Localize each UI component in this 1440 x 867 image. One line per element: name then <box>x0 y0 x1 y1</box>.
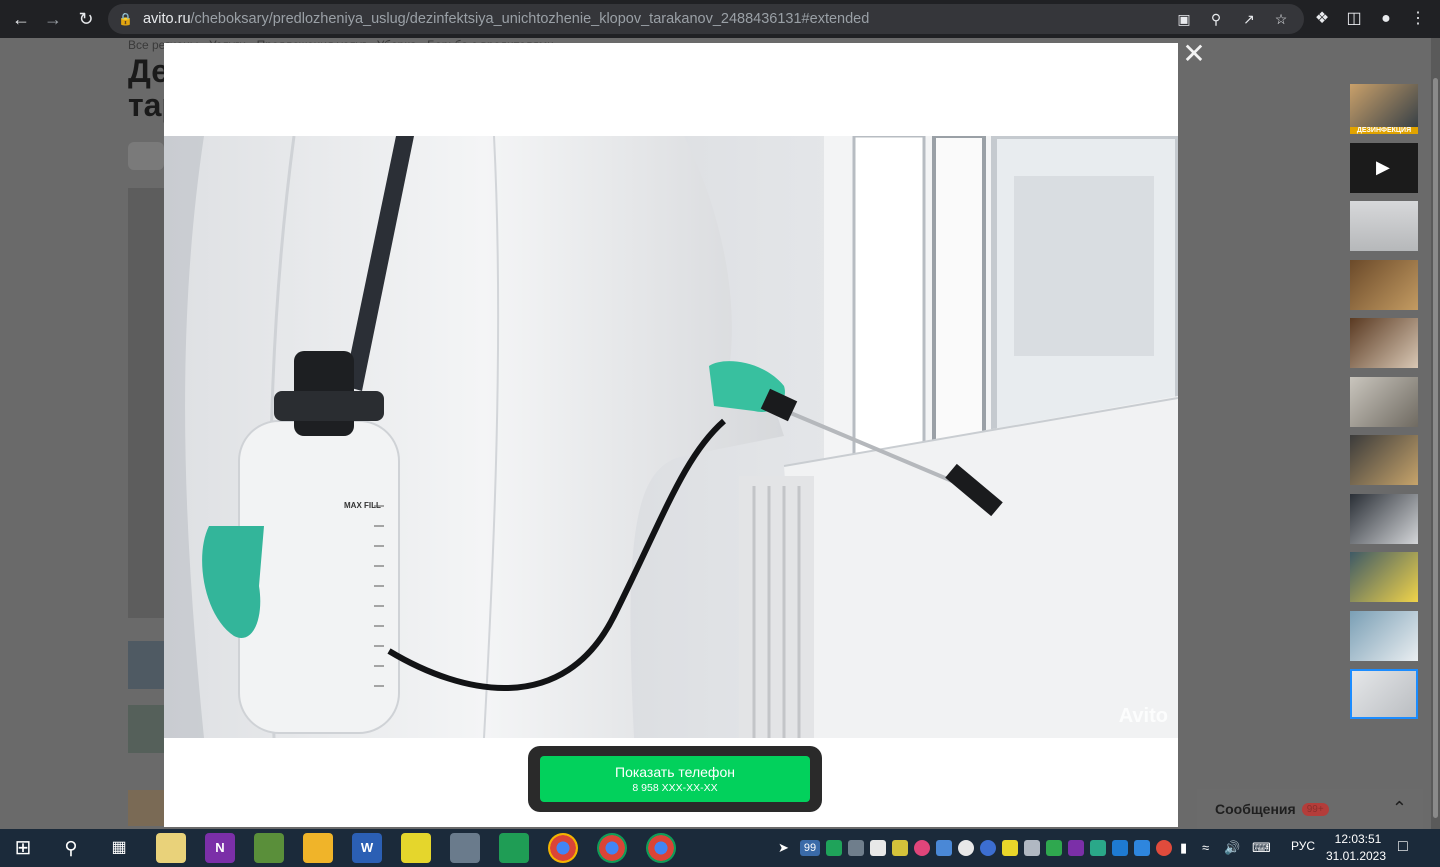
page-scrollbar[interactable] <box>1431 38 1440 829</box>
messages-label: Сообщения <box>1215 801 1296 817</box>
steam-tray-icon[interactable] <box>958 840 974 856</box>
windows-start-icon[interactable]: ⊞ <box>8 833 38 863</box>
masked-phone-number: 8 958 XXX-XX-XX <box>632 782 718 794</box>
scrollbar-thumb[interactable] <box>1433 78 1438 818</box>
task-view-icon[interactable]: ▦ <box>104 833 134 863</box>
seller-avatar <box>128 790 164 826</box>
profile-avatar-icon[interactable]: ● <box>1376 9 1396 29</box>
telegram-icon[interactable]: ➤ <box>778 840 794 856</box>
monitor-tray-icon[interactable] <box>848 840 864 856</box>
fx-tray-icon[interactable] <box>1112 840 1128 856</box>
battery-icon[interactable]: ▮ <box>1180 840 1196 856</box>
thumbnail[interactable]: ДЕЗИНФЕКЦИЯ <box>1350 84 1418 134</box>
security-tray-icon[interactable] <box>826 840 842 856</box>
search-icon[interactable]: ⚲ <box>56 833 86 863</box>
main-photo[interactable]: MAX FILL Avito <box>164 136 1178 738</box>
url-path: /cheboksary/predlozheniya_uslug/dezinfek… <box>190 11 870 27</box>
side-panel-icon[interactable]: ◫ <box>1344 9 1364 29</box>
bookmark-star-icon[interactable]: ☆ <box>1273 11 1289 27</box>
photo-lightbox: MAX FILL Avito Показать телефон 8 958 XX… <box>164 43 1178 827</box>
thumbnail[interactable] <box>1350 493 1418 544</box>
extensions-icon[interactable]: ❖ <box>1312 9 1332 29</box>
thumbnail[interactable] <box>1350 201 1418 251</box>
sticky-notes-icon[interactable] <box>401 833 431 863</box>
thumbnail[interactable] <box>1350 552 1418 602</box>
sheets-app-icon[interactable] <box>254 833 284 863</box>
avito-watermark: Avito <box>1118 705 1168 727</box>
cloud-tray-icon[interactable] <box>980 840 996 856</box>
onenote-app-icon[interactable]: N <box>205 833 235 863</box>
thumbnail[interactable] <box>1350 318 1418 368</box>
close-icon[interactable]: ✕ <box>1182 40 1206 68</box>
back-icon[interactable]: ← <box>5 3 37 35</box>
translate-icon[interactable]: ▣ <box>1176 11 1192 27</box>
wifi-icon[interactable]: ≈ <box>1202 840 1218 856</box>
input-language[interactable]: РУС <box>1291 839 1315 853</box>
chevron-up-icon[interactable]: ⌃ <box>1392 798 1407 819</box>
menu-kebab-icon[interactable]: ⋮ <box>1408 9 1428 29</box>
network-tray-icon[interactable] <box>1046 840 1062 856</box>
thumbnail-active[interactable] <box>1350 669 1418 719</box>
favorite-button <box>128 142 164 170</box>
show-phone-button[interactable]: Показать телефон 8 958 XXX-XX-XX <box>540 756 810 802</box>
clock-date[interactable]: 31.01.2023 <box>1325 849 1387 863</box>
page-thumbnail <box>128 641 164 689</box>
target-tray-icon[interactable] <box>914 840 930 856</box>
window-tray-icon[interactable] <box>1024 840 1040 856</box>
url-host: avito.ru <box>142 11 191 27</box>
onenote-tray-icon[interactable] <box>1068 840 1084 856</box>
browser-toolbar: ← → ↻ 🔒 avito.ru/cheboksary/predlozheniy… <box>0 0 1440 38</box>
file-explorer-icon[interactable] <box>303 833 333 863</box>
thumbnail-strip: ДЕЗИНФЕКЦИЯ ▶ <box>1350 84 1418 728</box>
share-icon[interactable]: ↗ <box>1241 11 1257 27</box>
page-thumbnail <box>128 705 164 753</box>
thumbnail[interactable] <box>1350 610 1418 661</box>
address-bar[interactable]: 🔒 avito.ru/cheboksary/predlozheniya_uslu… <box>108 4 1304 34</box>
notifications-icon[interactable]: □ <box>1398 838 1416 856</box>
thumbnail[interactable] <box>1350 435 1418 485</box>
video-thumbnail[interactable]: ▶ <box>1350 142 1418 193</box>
disinfection-photo: MAX FILL <box>164 136 1178 738</box>
notes-app-icon[interactable] <box>156 833 186 863</box>
notes-tray-icon[interactable] <box>892 840 908 856</box>
tool-tray-icon[interactable] <box>1090 840 1106 856</box>
messages-widget[interactable]: Сообщения 99+ ⌃ <box>1197 789 1423 829</box>
thumbnail-caption: ДЕЗИНФЕКЦИЯ <box>1350 127 1418 134</box>
thumbnail[interactable] <box>1350 376 1418 427</box>
chrome-profile-2-icon[interactable] <box>597 833 627 863</box>
screenshot-tray-icon[interactable] <box>936 840 952 856</box>
chrome-profile-1-icon[interactable] <box>548 833 578 863</box>
snipping-tool-icon[interactable] <box>450 833 480 863</box>
cloud-sync-tray-icon[interactable] <box>1134 840 1150 856</box>
reload-icon[interactable]: ↻ <box>70 3 102 35</box>
messages-count-badge: 99+ <box>1301 802 1329 816</box>
windows-taskbar: ⊞ ⚲ ▦ N W ➤ 99 ▮ ≈ 🔊 ⌨ РУС 12:03:51 31.0… <box>0 829 1440 867</box>
google-sheets-icon[interactable] <box>499 833 529 863</box>
clock-time[interactable]: 12:03:51 <box>1333 832 1383 846</box>
chrome-profile-3-icon[interactable] <box>646 833 676 863</box>
phone-button-frame: Показать телефон 8 958 XXX-XX-XX <box>528 746 822 812</box>
play-icon: ▶ <box>1376 156 1390 177</box>
thumbnail[interactable] <box>1350 259 1418 310</box>
zoom-icon[interactable]: ⚲ <box>1208 11 1224 27</box>
show-phone-label: Показать телефон <box>615 764 735 780</box>
forward-icon[interactable]: → <box>37 3 69 35</box>
volume-icon[interactable]: 🔊 <box>1224 840 1240 856</box>
sticky-tray-icon[interactable] <box>1002 840 1018 856</box>
tray-count-badge[interactable]: 99 <box>800 840 820 856</box>
keyboard-icon[interactable]: ⌨ <box>1252 840 1276 856</box>
lock-icon[interactable]: 🔒 <box>118 12 133 26</box>
url-text: avito.ru/cheboksary/predlozheniya_uslug/… <box>143 11 869 27</box>
page-gallery <box>128 188 164 618</box>
document-tray-icon[interactable] <box>870 840 886 856</box>
yandex-tray-icon[interactable] <box>1156 840 1172 856</box>
word-app-icon[interactable]: W <box>352 833 382 863</box>
